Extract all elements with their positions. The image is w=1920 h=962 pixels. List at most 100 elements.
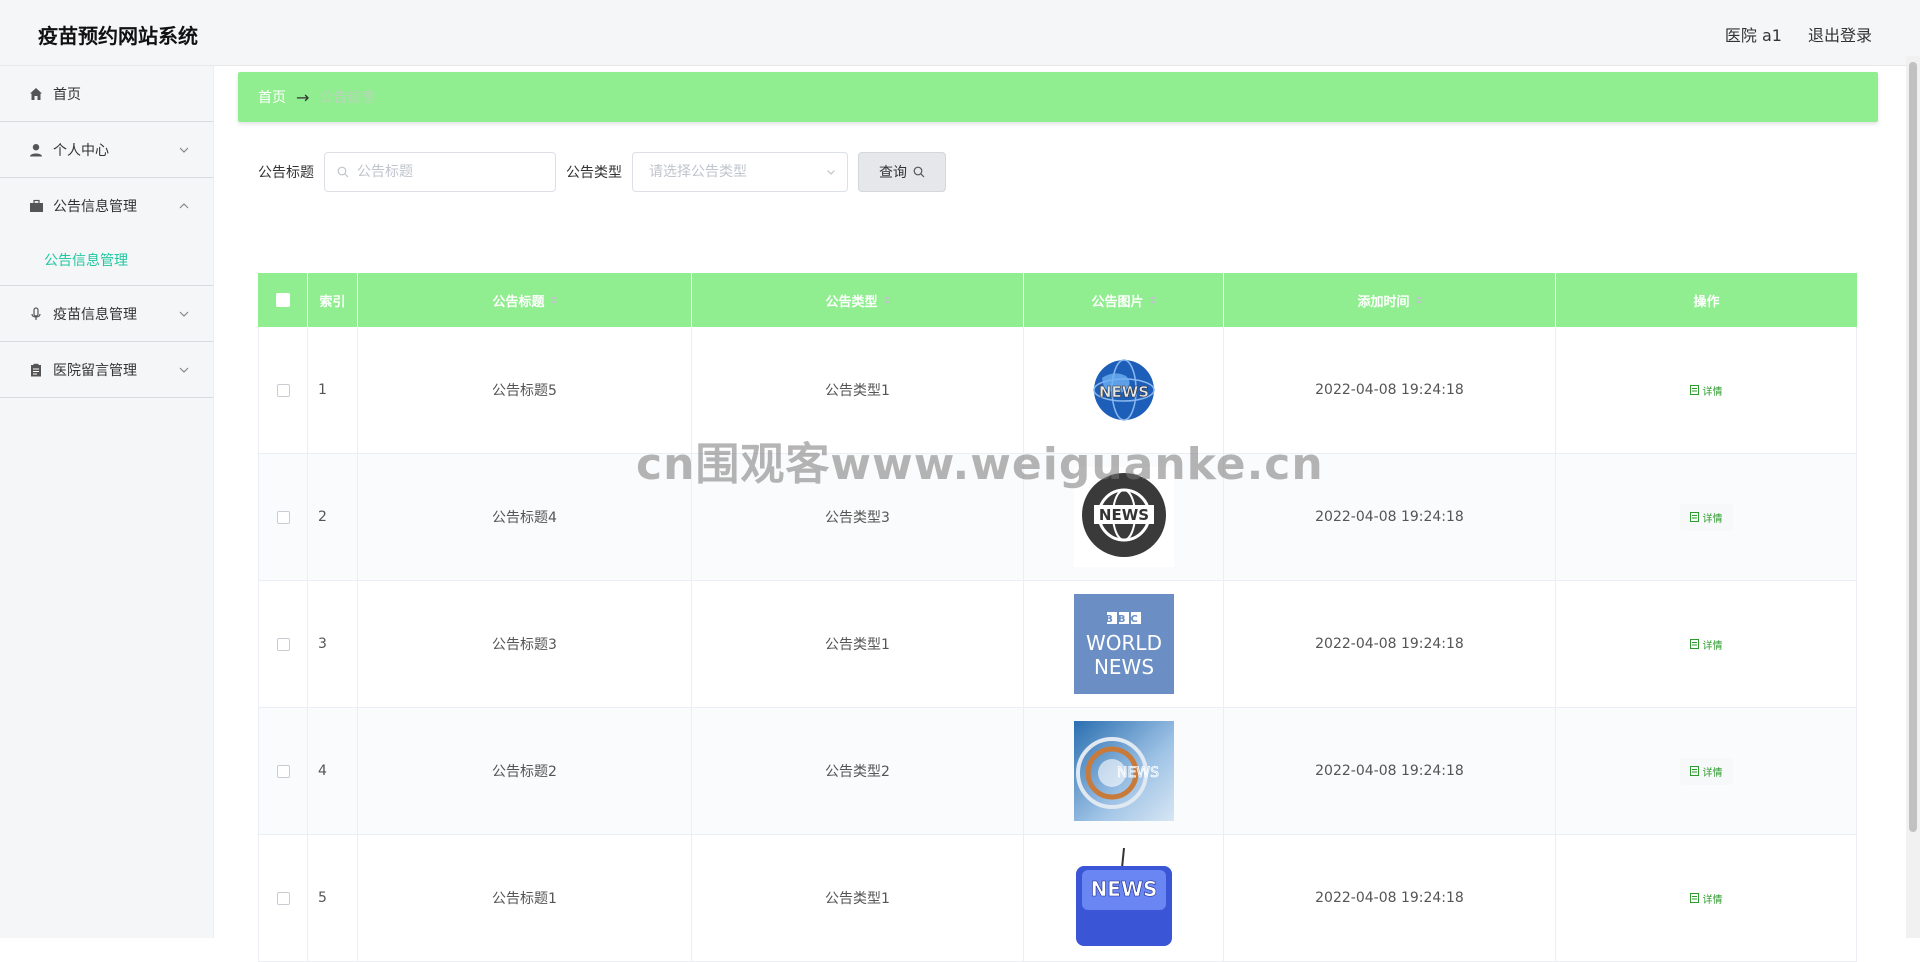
row-title: 公告标题1 <box>358 835 692 961</box>
row-actions: 详情 <box>1556 708 1857 834</box>
abstract-news-image: NEWS <box>1073 721 1174 821</box>
column-header-time[interactable]: 添加时间 <box>1224 273 1556 327</box>
clipboard-icon <box>28 362 44 378</box>
row-type: 公告类型1 <box>692 327 1024 453</box>
logout-link[interactable]: 退出登录 <box>1808 22 1872 46</box>
sidebar-item-notice-management[interactable]: 公告信息管理 <box>0 178 213 234</box>
detail-button[interactable]: 详情 <box>1680 631 1733 658</box>
sidebar-item-home[interactable]: 首页 <box>0 66 213 122</box>
row-image-cell: NEWS <box>1024 708 1224 834</box>
row-type: 公告类型3 <box>692 454 1024 580</box>
column-header-type[interactable]: 公告类型 <box>692 273 1024 327</box>
sidebar-item-label: 个人中心 <box>53 142 109 159</box>
scrollbar-thumb[interactable] <box>1909 62 1917 832</box>
news-key-image: NEWS <box>1073 848 1174 948</box>
row-type: 公告类型1 <box>692 581 1024 707</box>
row-checkbox[interactable] <box>276 383 290 397</box>
sidebar: 首页 个人中心 公告信息管理 公告信息管理 疫苗信息管理 医院留言管理 <box>0 66 214 938</box>
document-icon <box>1689 639 1699 649</box>
row-title: 公告标题4 <box>358 454 692 580</box>
row-image-cell: NEWS <box>1024 835 1224 961</box>
breadcrumb: 首页 → 公告信息 <box>238 72 1878 122</box>
sort-icon[interactable] <box>1149 296 1156 304</box>
image-news-text: NEWS <box>1098 506 1148 524</box>
sidebar-item-personal-center[interactable]: 个人中心 <box>0 122 213 178</box>
row-time: 2022-04-08 19:24:18 <box>1224 581 1556 707</box>
news-badge-image: NEWS <box>1073 467 1174 567</box>
row-checkbox[interactable] <box>276 891 290 905</box>
row-title: 公告标题2 <box>358 708 692 834</box>
document-icon <box>1689 512 1699 522</box>
vertical-scrollbar[interactable] <box>1906 56 1920 938</box>
sidebar-item-label: 医院留言管理 <box>53 362 137 379</box>
detail-button[interactable]: 详情 <box>1680 377 1733 404</box>
row-checkbox[interactable] <box>276 637 290 651</box>
globe-news-image: NEWS <box>1073 340 1174 440</box>
query-button[interactable]: 查询 <box>858 152 946 192</box>
select-all-cell <box>258 273 308 327</box>
row-index: 3 <box>308 581 358 707</box>
table-row: 2 公告标题4 公告类型3 NEWS 2022-04-08 19:24:18 详… <box>258 454 1857 581</box>
row-checkbox[interactable] <box>276 510 290 524</box>
row-actions: 详情 <box>1556 581 1857 707</box>
title-search-field[interactable] <box>324 152 556 192</box>
sort-icon[interactable] <box>1415 296 1422 304</box>
row-time: 2022-04-08 19:24:18 <box>1224 454 1556 580</box>
document-icon <box>1689 893 1699 903</box>
sidebar-item-label: 首页 <box>53 86 81 103</box>
search-icon <box>337 166 349 178</box>
image-news-text: NEWS <box>1116 765 1158 781</box>
row-type: 公告类型1 <box>692 835 1024 961</box>
row-checkbox[interactable] <box>276 764 290 778</box>
row-index: 5 <box>308 835 358 961</box>
type-select-input[interactable] <box>647 163 825 181</box>
document-icon <box>1689 385 1699 395</box>
row-type: 公告类型2 <box>692 708 1024 834</box>
detail-button[interactable]: 详情 <box>1679 757 1733 785</box>
user-area: 医院 a1 退出登录 <box>1725 22 1872 46</box>
image-news-text: NEWS <box>1093 655 1153 679</box>
sidebar-item-vaccine-management[interactable]: 疫苗信息管理 <box>0 286 213 342</box>
row-time: 2022-04-08 19:24:18 <box>1224 708 1556 834</box>
column-header-image[interactable]: 公告图片 <box>1024 273 1224 327</box>
image-news-text: NEWS <box>1098 383 1148 401</box>
type-filter-label: 公告类型 <box>566 165 622 181</box>
sidebar-item-hospital-message[interactable]: 医院留言管理 <box>0 342 213 398</box>
row-image-cell: BBC WORLD NEWS <box>1024 581 1224 707</box>
column-header-title[interactable]: 公告标题 <box>358 273 692 327</box>
query-button-label: 查询 <box>879 165 907 181</box>
table-row: 4 公告标题2 公告类型2 NEWS 2022-04-08 19:24:18 详… <box>258 708 1857 835</box>
detail-button[interactable]: 详情 <box>1679 503 1733 531</box>
row-time: 2022-04-08 19:24:18 <box>1224 835 1556 961</box>
row-time: 2022-04-08 19:24:18 <box>1224 327 1556 453</box>
table-row: 3 公告标题3 公告类型1 BBC WORLD NEWS 2022-04-08 … <box>258 581 1857 708</box>
sort-icon[interactable] <box>550 296 557 304</box>
image-bbc-logo: BBC <box>1105 614 1143 625</box>
title-search-input[interactable] <box>355 163 555 181</box>
breadcrumb-current: 公告信息 <box>319 90 376 106</box>
row-actions: 详情 <box>1556 327 1857 453</box>
row-actions: 详情 <box>1556 454 1857 580</box>
search-icon <box>913 166 925 178</box>
sort-icon[interactable] <box>883 296 890 304</box>
row-index: 2 <box>308 454 358 580</box>
microphone-icon <box>28 306 44 322</box>
title-filter-label: 公告标题 <box>258 165 314 181</box>
chevron-down-icon <box>179 311 189 317</box>
top-header: 疫苗预约网站系统 医院 a1 退出登录 <box>0 0 1920 66</box>
home-icon <box>28 86 44 102</box>
chevron-down-icon <box>179 367 189 373</box>
breadcrumb-home[interactable]: 首页 <box>258 87 286 107</box>
chevron-down-icon <box>179 147 189 153</box>
breadcrumb-separator: → <box>296 87 310 107</box>
search-form: 公告标题 公告类型 查询 <box>258 152 946 192</box>
sidebar-item-label: 公告信息管理 <box>53 199 137 215</box>
select-all-checkbox[interactable] <box>275 293 290 307</box>
sidebar-item-label: 疫苗信息管理 <box>53 306 137 323</box>
row-image-cell: NEWS <box>1024 327 1224 453</box>
detail-button[interactable]: 详情 <box>1680 885 1733 912</box>
row-index: 1 <box>308 327 358 453</box>
sidebar-subitem-notice-management[interactable]: 公告信息管理 <box>0 234 213 286</box>
row-title: 公告标题3 <box>358 581 692 707</box>
type-select[interactable] <box>632 152 848 192</box>
